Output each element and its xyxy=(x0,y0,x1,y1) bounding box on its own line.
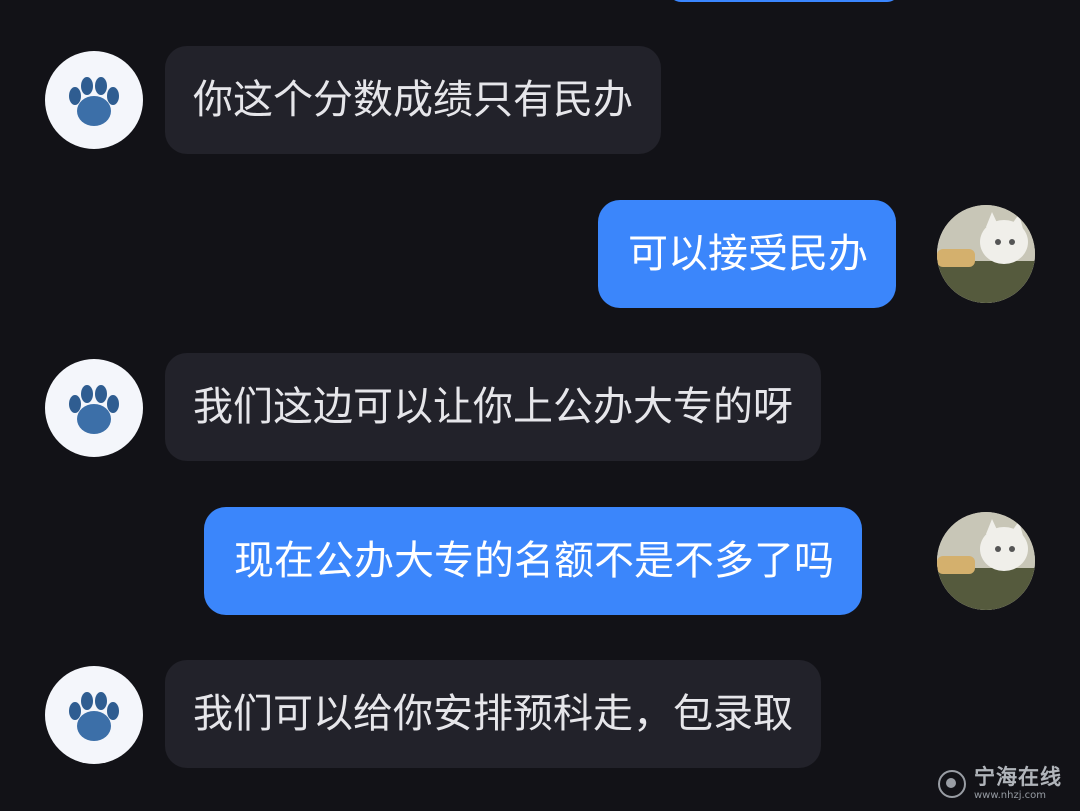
contact-avatar[interactable] xyxy=(45,51,143,149)
message-bubble-sent[interactable]: 现在公办大专的名额不是不多了吗 xyxy=(204,507,862,615)
user-avatar[interactable] xyxy=(937,205,1035,303)
paw-print-icon xyxy=(69,385,119,434)
previous-sent-bubble-fragment xyxy=(668,0,900,2)
message-text: 可以接受民办 xyxy=(628,231,868,277)
paw-print-icon xyxy=(69,692,119,741)
message-bubble-sent[interactable]: 可以接受民办 xyxy=(598,200,896,308)
message-bubble-received[interactable]: 你这个分数成绩只有民办 xyxy=(165,46,661,154)
message-text: 我们这边可以让你上公办大专的呀 xyxy=(193,384,793,430)
watermark-title: 宁海在线 xyxy=(974,765,1062,789)
contact-avatar[interactable] xyxy=(45,359,143,457)
watermark: 宁海在线 www.nhzj.com xyxy=(938,767,1062,801)
contact-avatar[interactable] xyxy=(45,666,143,764)
swirl-logo-icon xyxy=(938,770,966,798)
message-bubble-received[interactable]: 我们这边可以让你上公办大专的呀 xyxy=(165,353,821,461)
cat-photo-avatar xyxy=(937,512,1035,610)
message-bubble-received[interactable]: 我们可以给你安排预科走，包录取 xyxy=(165,660,821,768)
message-text: 我们可以给你安排预科走，包录取 xyxy=(193,691,793,737)
message-text: 现在公办大专的名额不是不多了吗 xyxy=(234,538,834,584)
watermark-url: www.nhzj.com xyxy=(974,790,1047,801)
watermark-text: 宁海在线 www.nhzj.com xyxy=(974,767,1062,801)
cat-photo-avatar xyxy=(937,205,1035,303)
user-avatar[interactable] xyxy=(937,512,1035,610)
message-text: 你这个分数成绩只有民办 xyxy=(193,77,633,123)
paw-print-icon xyxy=(69,77,119,126)
